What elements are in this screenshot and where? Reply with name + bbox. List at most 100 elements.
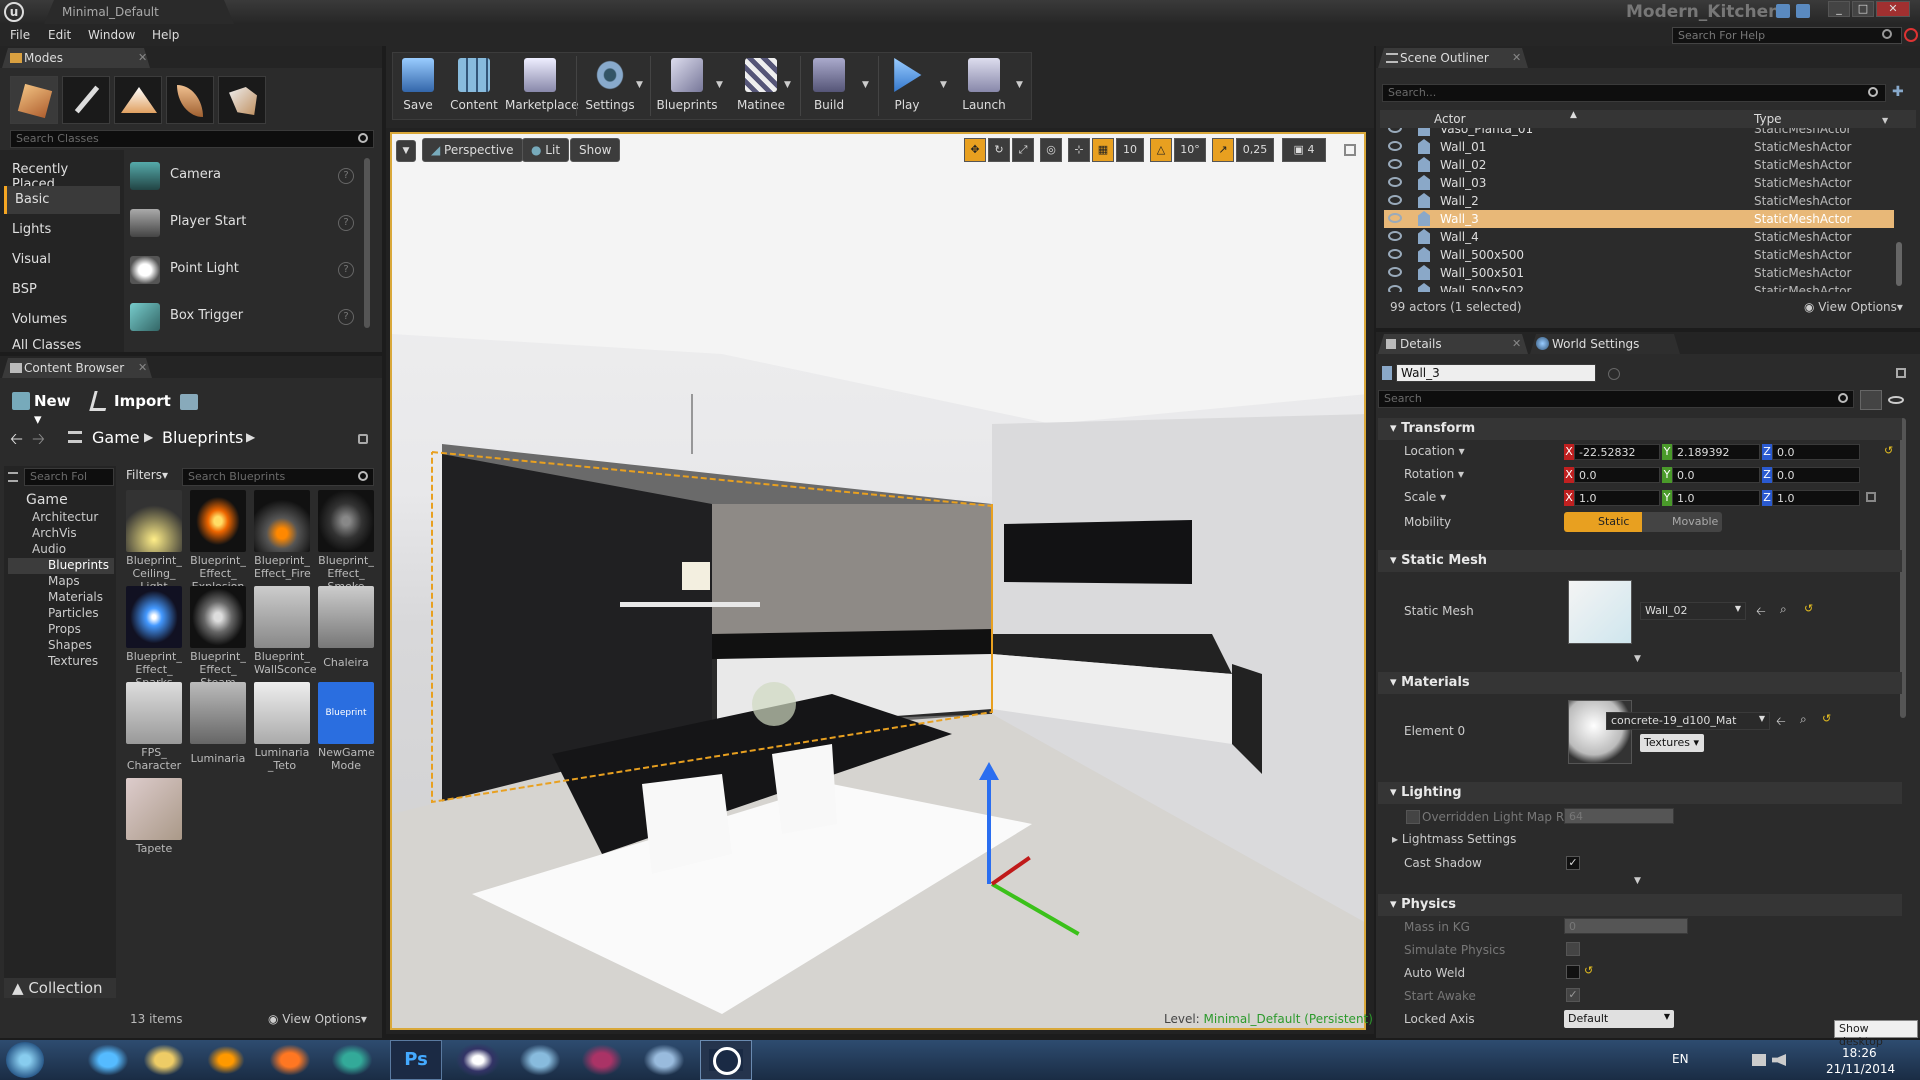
scale-mode-icon[interactable]: ⤢ [1012,138,1034,162]
use-selected-arrow-icon[interactable]: 🡠 [1776,712,1786,733]
content-button[interactable]: Content [449,54,499,118]
table-row[interactable]: Wall_2 StaticMeshActor [1384,192,1894,210]
asset-thumb[interactable] [318,490,374,552]
tree-item[interactable]: Maps [48,574,80,588]
scale-x-field[interactable]: 1.0 [1574,490,1660,506]
expand-chevron-icon[interactable]: ▼ [1634,654,1641,664]
grid-snap-icon[interactable]: ▦ [1092,138,1114,162]
outliner-search-input[interactable]: Search... [1382,84,1886,102]
collection-header[interactable]: ▲ Collection [4,978,116,998]
visibility-eye-icon[interactable] [1388,195,1402,205]
unreal-editor-icon[interactable] [700,1040,752,1080]
menu-file[interactable]: File [10,28,30,42]
build-button[interactable]: Build [804,54,854,118]
visibility-eye-icon[interactable] [1388,285,1402,292]
section-transform[interactable]: ▾ Transform [1378,418,1902,440]
locked-axis-dropdown[interactable]: Default ▼ [1564,1010,1674,1028]
category-recently-placed[interactable]: Recently Placed [4,156,120,192]
visibility-eye-icon[interactable] [1388,159,1402,169]
auto-weld-checkbox[interactable] [1566,965,1580,979]
tab-content-browser[interactable]: Content Browser [2,358,152,378]
menu-window[interactable]: Window [88,28,135,42]
asset-thumb[interactable] [190,682,246,744]
blueprints-button[interactable]: Blueprints [656,54,718,118]
close-tab-icon[interactable]: ✕ [138,51,147,64]
menu-help[interactable]: Help [152,28,179,42]
file-explorer-icon[interactable] [138,1040,190,1080]
new-button[interactable]: New ▾ [8,388,80,428]
details-search-input[interactable]: Search [1378,390,1854,408]
place-item-point-light[interactable]: Point Light? [126,248,362,292]
close-tab-icon[interactable]: ✕ [138,361,147,374]
lightmass-settings-label[interactable]: ▸ Lightmass Settings [1392,832,1516,846]
photoshop-icon[interactable]: Ps [390,1040,442,1080]
outliner-scrollbar[interactable] [1896,242,1902,286]
visibility-eye-icon[interactable] [1388,231,1402,241]
simulate-physics-checkbox[interactable] [1566,942,1580,956]
col-type[interactable]: Type [1754,112,1782,126]
launch-button[interactable]: Launch [959,54,1009,118]
place-item-camera[interactable]: Camera? [126,154,362,198]
section-static-mesh[interactable]: ▾ Static Mesh [1378,550,1902,572]
chevron-down-icon[interactable]: ▼ [1882,116,1888,125]
back-arrow-icon[interactable]: 🡠 [10,428,23,455]
internet-explorer-icon[interactable] [82,1040,134,1080]
category-all-classes[interactable]: All Classes [4,336,120,352]
winrar-icon[interactable] [576,1040,628,1080]
maximize-button[interactable]: □ [1852,1,1874,17]
section-lighting[interactable]: ▾ Lighting [1378,782,1902,804]
start-awake-checkbox[interactable]: ✓ [1566,988,1580,1002]
document-tab[interactable]: Minimal_Default [44,0,234,24]
textures-dropdown[interactable]: Textures ▾ [1640,734,1704,752]
unreal-launcher-icon[interactable] [452,1040,504,1080]
help-icon[interactable]: ? [338,262,354,278]
category-visual[interactable]: Visual [4,246,120,274]
visibility-eye-icon[interactable] [1388,267,1402,277]
asset-thumb[interactable] [190,586,246,648]
location-x-field[interactable]: -22.52832 [1574,444,1660,460]
matinee-button[interactable]: Matinee [736,54,786,118]
category-bsp[interactable]: BSP [4,276,120,304]
settings-button[interactable]: Settings [585,54,635,118]
tree-item[interactable]: Shapes [48,638,92,652]
use-selected-arrow-icon[interactable]: 🡠 [1756,602,1766,623]
foliage-mode-button[interactable] [166,76,214,124]
breadcrumb-game[interactable]: Game [92,428,140,447]
paint-mode-button[interactable] [62,76,110,124]
chevron-down-icon[interactable]: ▼ [940,80,947,90]
firefox-icon[interactable] [264,1040,316,1080]
language-indicator[interactable]: EN [1672,1052,1689,1066]
eye-icon[interactable] [1888,396,1904,404]
help-search-input[interactable]: Search For Help [1672,27,1902,44]
scale-label[interactable]: Scale ▾ [1404,490,1446,504]
location-y-field[interactable]: 2.189392 [1672,444,1760,460]
visibility-eye-icon[interactable] [1388,177,1402,187]
mobility-static-button[interactable]: Static [1564,512,1642,532]
lightmap-res-field[interactable]: 64 [1564,808,1674,824]
asset-thumb[interactable] [254,586,310,648]
help-icon[interactable] [1608,368,1620,380]
scale-snap-value[interactable]: 0,25 [1236,138,1274,162]
category-volumes[interactable]: Volumes [4,306,120,334]
tab-modes[interactable]: Modes [2,48,150,68]
rotation-snap-icon[interactable]: △ [1150,138,1172,162]
tab-scene-outliner[interactable]: Scene Outliner [1378,48,1528,68]
play-button[interactable]: Play [882,54,932,118]
image-viewer-icon[interactable] [514,1040,566,1080]
section-physics[interactable]: ▾ Physics [1378,894,1902,916]
table-row[interactable]: Vaso_Planta_01 StaticMeshActor [1384,128,1894,138]
scale-snap-icon[interactable]: ↗ [1212,138,1234,162]
mobility-movable-button[interactable]: Movable [1642,512,1722,532]
category-basic[interactable]: Basic [4,186,120,214]
asset-thumb[interactable] [190,490,246,552]
world-local-icon[interactable]: ◎ [1040,138,1062,162]
tab-world-settings[interactable]: World Settings [1530,334,1680,354]
maya-icon[interactable] [326,1040,378,1080]
tree-item[interactable]: ArchVis [32,526,77,540]
help-icon[interactable]: ? [338,215,354,231]
rotation-x-field[interactable]: 0.0 [1574,467,1660,483]
material-dropdown[interactable]: concrete-19_d100_Mat ▼ [1606,712,1770,730]
search-classes-input[interactable]: Search Classes [10,130,374,148]
asset-thumb[interactable] [254,682,310,744]
tree-item[interactable]: Textures [48,654,98,668]
